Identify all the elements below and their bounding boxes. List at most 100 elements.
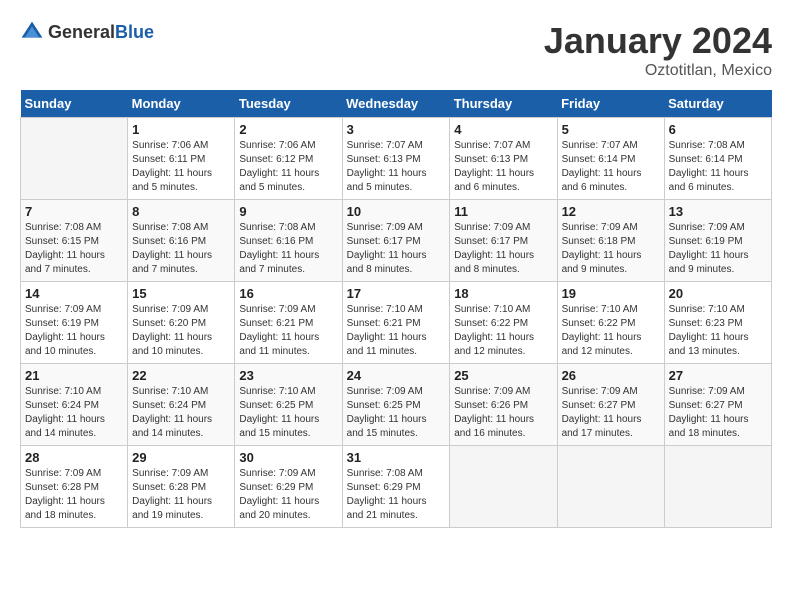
week-row-4: 21 Sunrise: 7:10 AMSunset: 6:24 PMDaylig… — [21, 364, 772, 446]
week-row-3: 14 Sunrise: 7:09 AMSunset: 6:19 PMDaylig… — [21, 282, 772, 364]
calendar-table: SundayMondayTuesdayWednesdayThursdayFrid… — [20, 90, 772, 528]
logo-icon — [20, 20, 44, 44]
day-number: 21 — [25, 368, 123, 383]
day-number: 9 — [239, 204, 337, 219]
week-row-5: 28 Sunrise: 7:09 AMSunset: 6:28 PMDaylig… — [21, 446, 772, 528]
day-header-tuesday: Tuesday — [235, 90, 342, 118]
day-cell: 26 Sunrise: 7:09 AMSunset: 6:27 PMDaylig… — [557, 364, 664, 446]
day-cell: 24 Sunrise: 7:09 AMSunset: 6:25 PMDaylig… — [342, 364, 450, 446]
logo-general: GeneralBlue — [48, 22, 154, 43]
day-number: 4 — [454, 122, 552, 137]
day-number: 22 — [132, 368, 230, 383]
day-cell: 23 Sunrise: 7:10 AMSunset: 6:25 PMDaylig… — [235, 364, 342, 446]
day-number: 8 — [132, 204, 230, 219]
day-cell: 30 Sunrise: 7:09 AMSunset: 6:29 PMDaylig… — [235, 446, 342, 528]
day-info: Sunrise: 7:07 AMSunset: 6:13 PMDaylight:… — [347, 139, 446, 195]
day-cell: 15 Sunrise: 7:09 AMSunset: 6:20 PMDaylig… — [128, 282, 235, 364]
day-cell: 18 Sunrise: 7:10 AMSunset: 6:22 PMDaylig… — [450, 282, 557, 364]
day-cell — [21, 118, 128, 200]
day-cell: 19 Sunrise: 7:10 AMSunset: 6:22 PMDaylig… — [557, 282, 664, 364]
day-info: Sunrise: 7:10 AMSunset: 6:21 PMDaylight:… — [347, 303, 446, 359]
day-info: Sunrise: 7:07 AMSunset: 6:14 PMDaylight:… — [562, 139, 660, 195]
day-info: Sunrise: 7:09 AMSunset: 6:28 PMDaylight:… — [132, 467, 230, 523]
page-header: GeneralBlue January 2024 Oztotitlan, Mex… — [20, 20, 772, 80]
week-row-2: 7 Sunrise: 7:08 AMSunset: 6:15 PMDayligh… — [21, 200, 772, 282]
day-number: 25 — [454, 368, 552, 383]
day-info: Sunrise: 7:09 AMSunset: 6:25 PMDaylight:… — [347, 385, 446, 441]
day-cell — [664, 446, 771, 528]
day-number: 19 — [562, 286, 660, 301]
day-info: Sunrise: 7:09 AMSunset: 6:19 PMDaylight:… — [25, 303, 123, 359]
calendar-subtitle: Oztotitlan, Mexico — [544, 62, 772, 80]
day-cell: 20 Sunrise: 7:10 AMSunset: 6:23 PMDaylig… — [664, 282, 771, 364]
day-cell: 10 Sunrise: 7:09 AMSunset: 6:17 PMDaylig… — [342, 200, 450, 282]
day-number: 23 — [239, 368, 337, 383]
day-info: Sunrise: 7:09 AMSunset: 6:19 PMDaylight:… — [669, 221, 767, 277]
day-cell: 8 Sunrise: 7:08 AMSunset: 6:16 PMDayligh… — [128, 200, 235, 282]
day-number: 12 — [562, 204, 660, 219]
day-cell: 2 Sunrise: 7:06 AMSunset: 6:12 PMDayligh… — [235, 118, 342, 200]
day-info: Sunrise: 7:10 AMSunset: 6:22 PMDaylight:… — [454, 303, 552, 359]
day-number: 10 — [347, 204, 446, 219]
day-number: 30 — [239, 450, 337, 465]
day-number: 15 — [132, 286, 230, 301]
day-number: 11 — [454, 204, 552, 219]
day-cell: 27 Sunrise: 7:09 AMSunset: 6:27 PMDaylig… — [664, 364, 771, 446]
day-header-thursday: Thursday — [450, 90, 557, 118]
day-cell: 11 Sunrise: 7:09 AMSunset: 6:17 PMDaylig… — [450, 200, 557, 282]
day-info: Sunrise: 7:09 AMSunset: 6:17 PMDaylight:… — [454, 221, 552, 277]
day-info: Sunrise: 7:08 AMSunset: 6:29 PMDaylight:… — [347, 467, 446, 523]
day-info: Sunrise: 7:10 AMSunset: 6:24 PMDaylight:… — [132, 385, 230, 441]
title-block: January 2024 Oztotitlan, Mexico — [544, 20, 772, 80]
day-header-sunday: Sunday — [21, 90, 128, 118]
day-info: Sunrise: 7:09 AMSunset: 6:26 PMDaylight:… — [454, 385, 552, 441]
day-number: 24 — [347, 368, 446, 383]
calendar-title: January 2024 — [544, 20, 772, 62]
day-info: Sunrise: 7:10 AMSunset: 6:25 PMDaylight:… — [239, 385, 337, 441]
day-cell: 3 Sunrise: 7:07 AMSunset: 6:13 PMDayligh… — [342, 118, 450, 200]
day-info: Sunrise: 7:09 AMSunset: 6:28 PMDaylight:… — [25, 467, 123, 523]
day-info: Sunrise: 7:06 AMSunset: 6:12 PMDaylight:… — [239, 139, 337, 195]
day-number: 17 — [347, 286, 446, 301]
day-info: Sunrise: 7:09 AMSunset: 6:29 PMDaylight:… — [239, 467, 337, 523]
day-header-wednesday: Wednesday — [342, 90, 450, 118]
day-number: 14 — [25, 286, 123, 301]
day-number: 13 — [669, 204, 767, 219]
day-number: 31 — [347, 450, 446, 465]
day-info: Sunrise: 7:08 AMSunset: 6:15 PMDaylight:… — [25, 221, 123, 277]
day-cell: 12 Sunrise: 7:09 AMSunset: 6:18 PMDaylig… — [557, 200, 664, 282]
day-cell: 31 Sunrise: 7:08 AMSunset: 6:29 PMDaylig… — [342, 446, 450, 528]
day-cell: 25 Sunrise: 7:09 AMSunset: 6:26 PMDaylig… — [450, 364, 557, 446]
day-info: Sunrise: 7:06 AMSunset: 6:11 PMDaylight:… — [132, 139, 230, 195]
day-number: 1 — [132, 122, 230, 137]
day-info: Sunrise: 7:09 AMSunset: 6:27 PMDaylight:… — [669, 385, 767, 441]
day-cell: 28 Sunrise: 7:09 AMSunset: 6:28 PMDaylig… — [21, 446, 128, 528]
day-header-monday: Monday — [128, 90, 235, 118]
day-cell: 4 Sunrise: 7:07 AMSunset: 6:13 PMDayligh… — [450, 118, 557, 200]
day-number: 6 — [669, 122, 767, 137]
day-info: Sunrise: 7:09 AMSunset: 6:27 PMDaylight:… — [562, 385, 660, 441]
day-cell: 1 Sunrise: 7:06 AMSunset: 6:11 PMDayligh… — [128, 118, 235, 200]
day-number: 20 — [669, 286, 767, 301]
day-number: 3 — [347, 122, 446, 137]
day-info: Sunrise: 7:09 AMSunset: 6:20 PMDaylight:… — [132, 303, 230, 359]
day-number: 5 — [562, 122, 660, 137]
day-header-friday: Friday — [557, 90, 664, 118]
day-info: Sunrise: 7:07 AMSunset: 6:13 PMDaylight:… — [454, 139, 552, 195]
day-info: Sunrise: 7:08 AMSunset: 6:16 PMDaylight:… — [132, 221, 230, 277]
day-cell: 14 Sunrise: 7:09 AMSunset: 6:19 PMDaylig… — [21, 282, 128, 364]
day-number: 18 — [454, 286, 552, 301]
days-header-row: SundayMondayTuesdayWednesdayThursdayFrid… — [21, 90, 772, 118]
day-cell: 7 Sunrise: 7:08 AMSunset: 6:15 PMDayligh… — [21, 200, 128, 282]
day-cell — [450, 446, 557, 528]
day-cell: 17 Sunrise: 7:10 AMSunset: 6:21 PMDaylig… — [342, 282, 450, 364]
day-number: 26 — [562, 368, 660, 383]
day-cell — [557, 446, 664, 528]
day-number: 29 — [132, 450, 230, 465]
day-number: 28 — [25, 450, 123, 465]
day-info: Sunrise: 7:10 AMSunset: 6:24 PMDaylight:… — [25, 385, 123, 441]
day-header-saturday: Saturday — [664, 90, 771, 118]
day-number: 16 — [239, 286, 337, 301]
day-number: 27 — [669, 368, 767, 383]
day-cell: 9 Sunrise: 7:08 AMSunset: 6:16 PMDayligh… — [235, 200, 342, 282]
